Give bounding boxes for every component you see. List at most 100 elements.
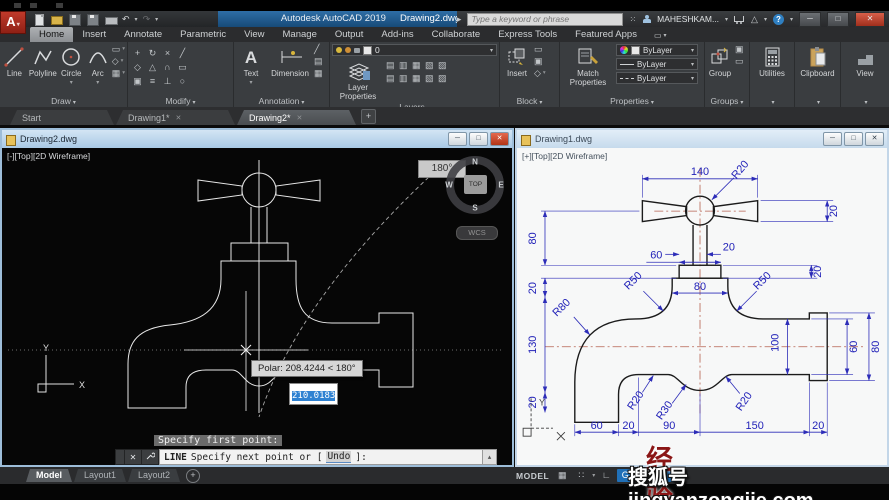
panel-label-groups[interactable]: Groups▾ bbox=[705, 95, 749, 107]
save-button[interactable] bbox=[68, 14, 81, 25]
scale-tool-icon[interactable]: ≡ bbox=[145, 74, 160, 88]
ribbon-minimize-button[interactable]: ▭▾ bbox=[654, 31, 667, 42]
text-button[interactable]: A Text ▾ bbox=[236, 44, 266, 95]
ungroup-icon[interactable]: ▣ bbox=[735, 44, 744, 55]
compass-west[interactable]: W bbox=[445, 181, 453, 190]
new-layout-button[interactable]: + bbox=[186, 469, 200, 483]
command-input[interactable]: LINESpecify next point or [Undo]: bbox=[159, 449, 483, 465]
command-bar-grip[interactable] bbox=[115, 449, 125, 465]
snap-toggle-icon[interactable]: ∷ bbox=[573, 469, 589, 482]
otrack-dropdown-icon[interactable]: ▾ bbox=[661, 472, 664, 479]
layer-tool-icon[interactable]: ▨ bbox=[438, 72, 451, 85]
stretch-tool-icon[interactable]: ▣ bbox=[130, 74, 145, 88]
tab-parametric[interactable]: Parametric bbox=[171, 27, 235, 42]
lineweight-dropdown[interactable]: ByLayer▾ bbox=[616, 58, 698, 70]
compass-south[interactable]: S bbox=[472, 204, 477, 213]
close-icon[interactable]: ✕ bbox=[176, 114, 182, 122]
minimize-button[interactable]: ─ bbox=[823, 132, 842, 146]
utilities-button[interactable]: Utilities bbox=[753, 44, 791, 95]
close-icon[interactable]: ✕ bbox=[297, 114, 303, 122]
compass-east[interactable]: E bbox=[498, 181, 503, 190]
viewcube-top-face[interactable]: TOP bbox=[464, 175, 487, 194]
maximize-button[interactable]: □ bbox=[827, 12, 849, 27]
line-button[interactable]: Line bbox=[2, 44, 27, 95]
panel-label-utilities[interactable]: ▾ bbox=[750, 95, 794, 107]
wcs-menu[interactable]: WCS bbox=[456, 226, 498, 240]
insert-button[interactable]: Insert bbox=[502, 44, 532, 95]
search-icon[interactable]: ⁙ bbox=[629, 15, 636, 24]
trim-tool-icon[interactable]: × bbox=[160, 46, 175, 60]
close-button[interactable]: ✕ bbox=[865, 132, 884, 146]
layer-select-dropdown[interactable]: 0 ▾ bbox=[332, 44, 497, 56]
compass-north[interactable]: N bbox=[472, 158, 478, 167]
layout-tab-model[interactable]: Model bbox=[26, 469, 72, 482]
polar-tracking-toggle-icon[interactable]: G bbox=[617, 469, 633, 482]
panel-label-properties[interactable]: Properties▾ bbox=[560, 95, 704, 107]
move-tool-icon[interactable]: + bbox=[130, 46, 145, 60]
explode-tool-icon[interactable]: ▭ bbox=[175, 60, 190, 74]
tab-home[interactable]: Home bbox=[30, 27, 73, 42]
command-line-bar[interactable]: ✕ LINESpecify next point or [Undo]: ▴ bbox=[115, 449, 497, 465]
redo-button[interactable]: ↷ bbox=[143, 14, 151, 25]
dynamic-input-field[interactable]: 210.0183 bbox=[289, 383, 338, 405]
tab-insert[interactable]: Insert bbox=[73, 27, 115, 42]
markup-tool-icon[interactable]: ▦ bbox=[314, 68, 323, 79]
layer-tool-icon[interactable]: ▦ bbox=[412, 59, 425, 72]
file-tab-start[interactable]: Start bbox=[10, 110, 114, 125]
maximize-button[interactable]: □ bbox=[469, 132, 488, 146]
minimize-button[interactable]: ─ bbox=[799, 12, 821, 27]
layer-tool-icon[interactable]: ▤ bbox=[386, 72, 399, 85]
layout-tab-layout1[interactable]: Layout1 bbox=[74, 469, 126, 482]
create-block-icon[interactable]: ▭ bbox=[534, 44, 546, 55]
help-dropdown-icon[interactable]: ▾ bbox=[790, 16, 793, 23]
layer-tool-icon[interactable]: ▧ bbox=[425, 72, 438, 85]
undo-button[interactable]: ↶ bbox=[122, 14, 130, 25]
model-space-indicator[interactable]: MODEL bbox=[516, 471, 549, 481]
tab-view[interactable]: View bbox=[235, 27, 273, 42]
close-button[interactable]: ✕ bbox=[855, 12, 885, 27]
close-icon[interactable]: ✕ bbox=[125, 449, 142, 465]
layer-tool-icon[interactable]: ▦ bbox=[412, 72, 425, 85]
new-tab-button[interactable]: + bbox=[361, 109, 376, 124]
tab-annotate[interactable]: Annotate bbox=[115, 27, 171, 42]
panel-label-clipboard[interactable]: ▾ bbox=[795, 95, 840, 107]
array-tool-icon[interactable]: ⊥ bbox=[160, 74, 175, 88]
rectangle-tool-icon[interactable]: ▭▾ bbox=[112, 44, 125, 55]
tab-collaborate[interactable]: Collaborate bbox=[423, 27, 490, 42]
minimize-button[interactable]: ─ bbox=[448, 132, 467, 146]
undo-dropdown-icon[interactable]: ▾ bbox=[135, 16, 138, 23]
tab-add-ins[interactable]: Add-ins bbox=[372, 27, 422, 42]
viewport-controls[interactable]: [-][Top][2D Wireframe] bbox=[7, 151, 90, 161]
offset-tool-icon[interactable]: ○ bbox=[175, 74, 190, 88]
isodraft-toggle-icon[interactable]: ∠ bbox=[667, 469, 683, 482]
qat-customize-icon[interactable]: ▾ bbox=[155, 16, 158, 23]
clipboard-button[interactable]: Clipboard bbox=[798, 44, 838, 95]
new-file-button[interactable] bbox=[32, 14, 45, 25]
panel-label-draw[interactable]: Draw▾ bbox=[0, 95, 127, 107]
layer-tool-icon[interactable]: ▨ bbox=[438, 59, 451, 72]
snap-dropdown-icon[interactable]: ▾ bbox=[592, 472, 595, 479]
save-as-button[interactable] bbox=[86, 14, 99, 25]
viewcube[interactable]: 180° N W E S TOP WCS bbox=[416, 150, 512, 250]
app-store-cart-icon[interactable] bbox=[734, 15, 745, 24]
edit-block-icon[interactable]: ▣ bbox=[534, 56, 546, 67]
tab-output[interactable]: Output bbox=[326, 27, 373, 42]
ellipse-tool-icon[interactable]: ◇▾ bbox=[112, 56, 125, 67]
layer-tool-icon[interactable]: ▧ bbox=[425, 59, 438, 72]
drawing2-canvas[interactable]: [-][Top][2D Wireframe] bbox=[2, 148, 512, 465]
drawing2-title-bar[interactable]: Drawing2.dwg ─ □ ✕ bbox=[2, 130, 512, 148]
layer-properties-button[interactable]: Layer Properties bbox=[332, 58, 384, 101]
polar-dropdown-icon[interactable]: ▾ bbox=[636, 472, 639, 479]
undo-option[interactable]: Undo bbox=[326, 451, 351, 463]
ortho-toggle-icon[interactable]: ∟ bbox=[598, 469, 614, 482]
apps-dropdown-icon[interactable]: ▾ bbox=[764, 16, 767, 23]
customize-wrench-icon[interactable] bbox=[142, 449, 159, 465]
maximize-button[interactable]: □ bbox=[844, 132, 863, 146]
open-file-button[interactable] bbox=[50, 14, 63, 25]
autodesk-apps-icon[interactable]: △ bbox=[751, 14, 758, 25]
search-input[interactable] bbox=[467, 13, 623, 26]
block-attr-icon[interactable]: ◇▾ bbox=[534, 68, 546, 79]
panel-label-annotation[interactable]: Annotation▾ bbox=[234, 95, 329, 107]
drawing1-canvas[interactable]: [+][Top][2D Wireframe] bbox=[517, 148, 887, 465]
layer-tool-icon[interactable]: ▥ bbox=[399, 72, 412, 85]
